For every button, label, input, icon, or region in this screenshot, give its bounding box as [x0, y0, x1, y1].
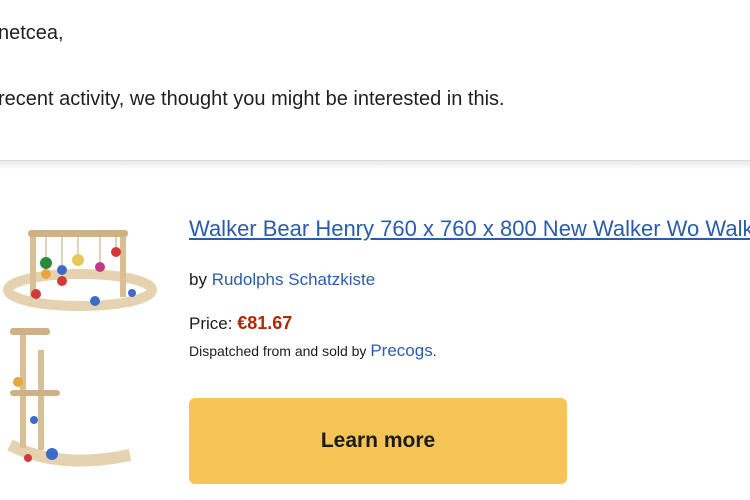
product-title-link[interactable]: Walker Bear Henry 760 x 760 x 800 New Wa… [189, 216, 750, 241]
greeting-text: netcea, [0, 22, 64, 44]
dispatch-prefix: Dispatched from and sold by [189, 343, 371, 359]
dispatch-line: Dispatched from and sold by Precogs. [189, 341, 437, 361]
price-label: Price: [189, 314, 238, 333]
dispatch-suffix: . [432, 343, 437, 359]
brand-prefix: by [189, 270, 212, 289]
learn-more-button[interactable]: Learn more [189, 398, 567, 484]
section-separator [0, 160, 750, 161]
wooden-baby-gym-image-icon [3, 230, 157, 467]
brand-link[interactable]: Rudolphs Schatzkiste [212, 270, 375, 289]
baby-gym-top [3, 230, 157, 311]
dispatch-seller-link[interactable]: Precogs [370, 341, 432, 360]
price-line: Price: €81.67 [189, 313, 292, 334]
price-value: €81.67 [237, 313, 293, 333]
brand-line: by Rudolphs Schatzkiste [189, 270, 375, 290]
section-separator-shadow [0, 160, 750, 170]
intro-text: recent activity, we thought you might be… [0, 88, 505, 110]
baby-gym-bottom [7, 328, 132, 467]
product-image[interactable] [0, 210, 160, 480]
